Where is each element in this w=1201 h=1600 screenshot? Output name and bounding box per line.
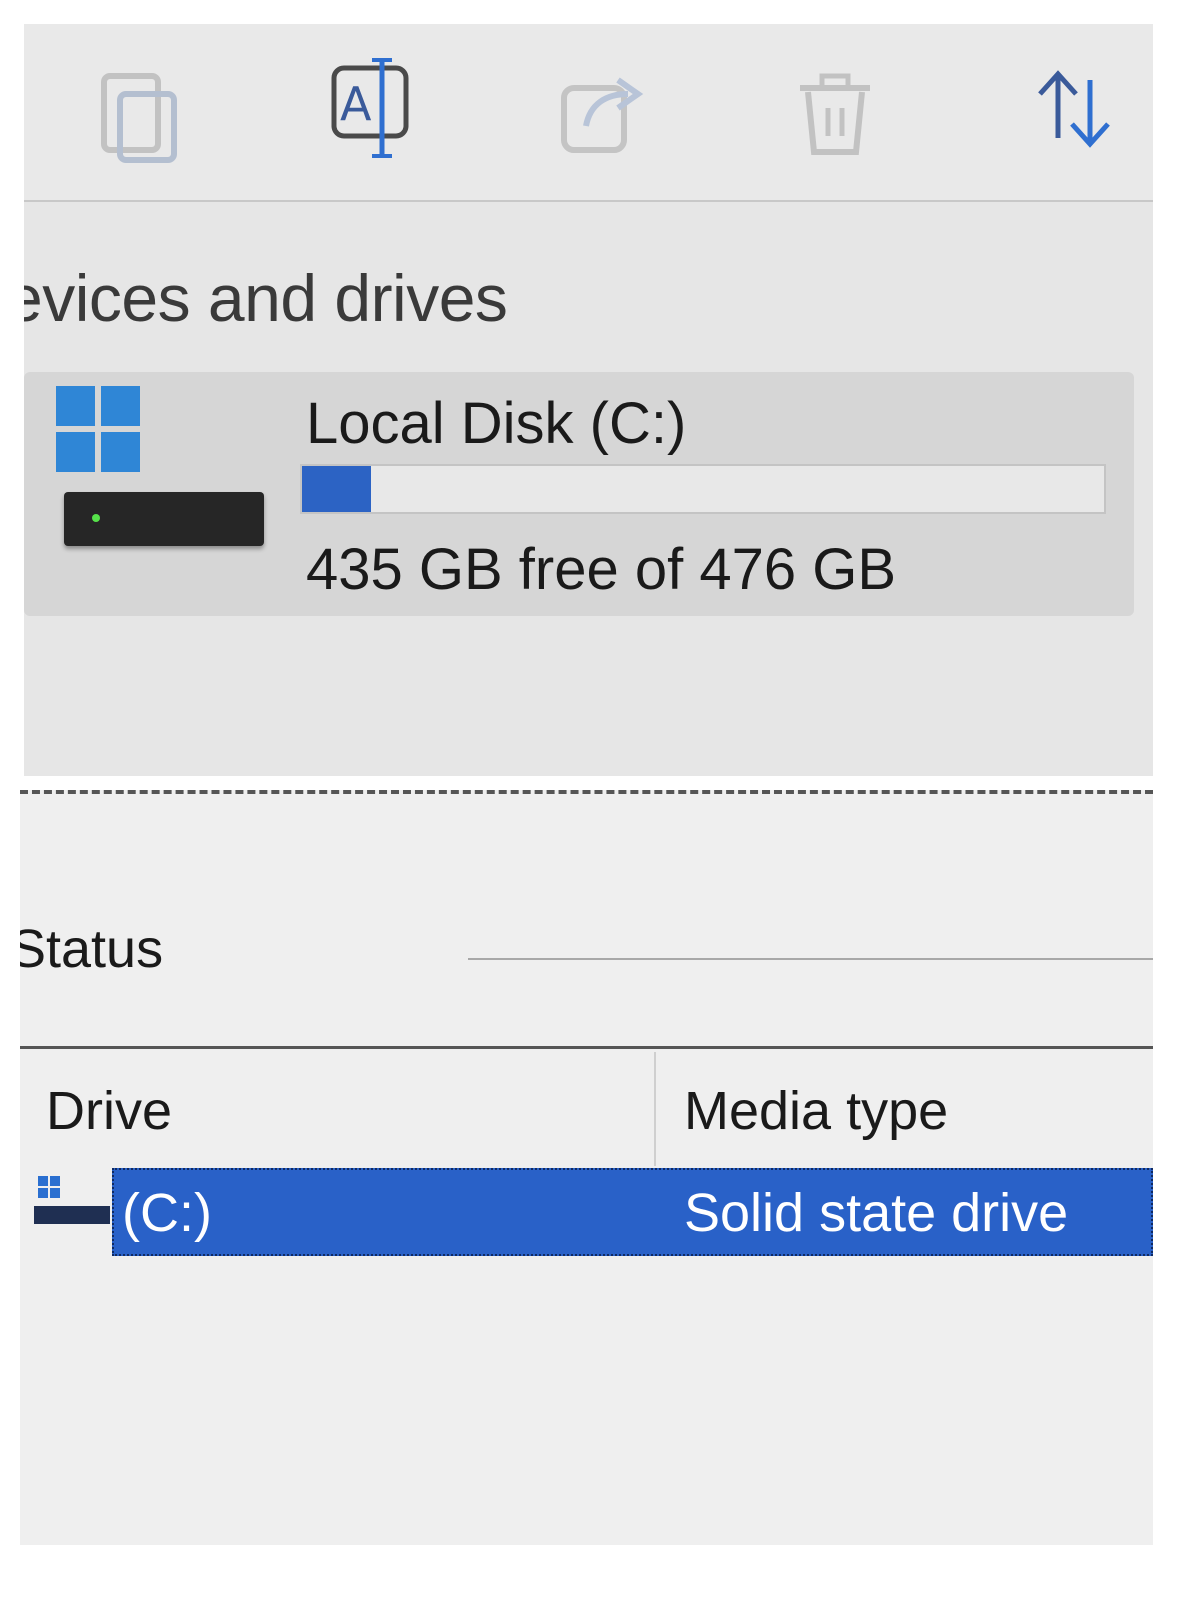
status-group-label: Status bbox=[20, 919, 164, 979]
drive-usage-bar bbox=[300, 464, 1106, 514]
row-media-type: Solid state drive bbox=[684, 1183, 1069, 1243]
section-heading: evices and drives bbox=[24, 261, 508, 335]
hard-drive-icon bbox=[64, 492, 264, 546]
windows-logo-icon bbox=[56, 386, 140, 472]
drive-name: Local Disk (C:) bbox=[306, 391, 687, 456]
trash-icon bbox=[800, 73, 870, 155]
drive-icon bbox=[34, 1174, 110, 1228]
copy-icon bbox=[101, 73, 177, 163]
svg-text:A: A bbox=[340, 77, 372, 131]
column-separator[interactable] bbox=[654, 1052, 656, 1166]
drive-tile-local-disk-c[interactable]: Local Disk (C:) 435 GB free of 476 GB bbox=[24, 372, 1134, 616]
explorer-panel: A evices and drives Local Disk (C:) 435 … bbox=[24, 24, 1153, 776]
delete-button[interactable] bbox=[790, 54, 880, 164]
sort-icon bbox=[1038, 70, 1110, 148]
rename-icon: A bbox=[331, 58, 409, 158]
copy-button[interactable] bbox=[96, 54, 186, 164]
optimize-drives-panel: Status Drive Media type (C:) Solid state… bbox=[20, 790, 1153, 1545]
drive-list-border bbox=[20, 1046, 1153, 1049]
table-row[interactable]: (C:) Solid state drive bbox=[20, 1168, 1153, 1258]
drive-free-space: 435 GB free of 476 GB bbox=[306, 537, 897, 602]
share-icon bbox=[561, 77, 644, 153]
sort-button[interactable] bbox=[1028, 54, 1118, 164]
row-selection-highlight[interactable]: (C:) Solid state drive bbox=[112, 1168, 1153, 1256]
column-header-drive[interactable]: Drive bbox=[46, 1080, 172, 1142]
cropped-text-edge bbox=[20, 790, 1153, 794]
row-drive-label: (C:) bbox=[122, 1183, 212, 1243]
drive-usage-fill bbox=[302, 466, 371, 512]
share-button[interactable] bbox=[558, 54, 648, 164]
rename-button[interactable]: A bbox=[330, 54, 420, 164]
column-header-media-type[interactable]: Media type bbox=[684, 1080, 948, 1142]
status-group-rule bbox=[468, 958, 1153, 960]
drive-led bbox=[92, 514, 100, 522]
toolbar-divider bbox=[24, 200, 1153, 202]
command-bar: A bbox=[24, 24, 1153, 200]
